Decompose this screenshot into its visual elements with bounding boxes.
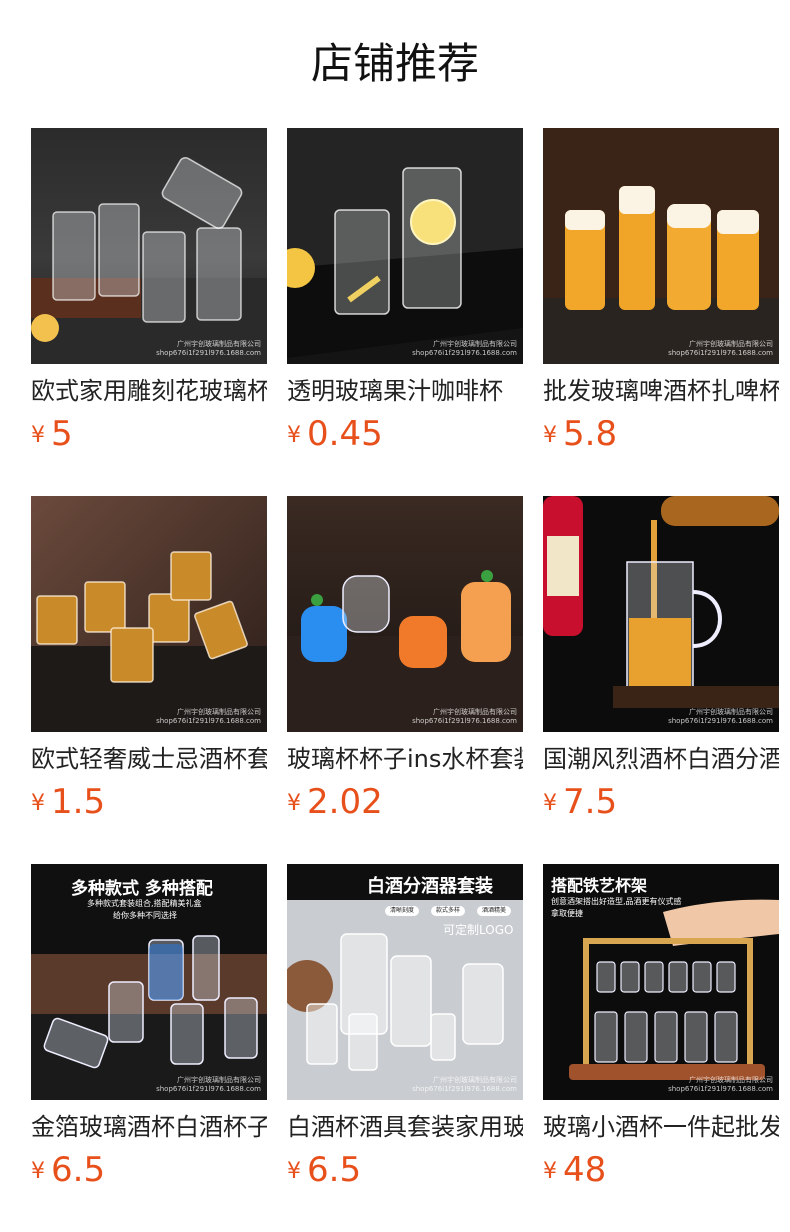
banner-subtitle: 拿取便捷 [551,909,583,918]
watermark: 广州宇创玻璃制品有限公司 shop676i1f291l976.1688.com [156,340,261,357]
watermark: 广州宇创玻璃制品有限公司 shop676i1f291l976.1688.com [156,1076,261,1093]
product-name[interactable]: 玻璃杯杯子ins水杯套装 [287,742,523,776]
banner-subtitle: 创意酒架搭出好造型,品酒更有仪式感 [551,897,682,906]
product-card[interactable]: 多种款式 多种搭配 多种款式套装组合,搭配精美礼盒 给你多种不同选择 广州宇创玻… [31,864,267,1194]
price-value: 0.45 [307,414,383,454]
product-name[interactable]: 欧式家用雕刻花玻璃杯 [31,374,267,408]
currency-symbol: ¥ [543,423,557,448]
watermark: 广州宇创玻璃制品有限公司 shop676i1f291l976.1688.com [668,340,773,357]
product-price: ¥2.02 [287,782,383,826]
feature-pill: 清晰刻度 [385,906,420,916]
product-price: ¥1.5 [31,782,105,826]
watermark: 广州宇创玻璃制品有限公司 shop676i1f291l976.1688.com [412,340,517,357]
product-image[interactable]: 广州宇创玻璃制品有限公司 shop676i1f291l976.1688.com [287,128,523,364]
product-card[interactable]: 白酒分酒器套装 清晰刻度 款式多样 酒酒精美 可定制LOGO 广州宇创玻璃制品有… [287,864,523,1194]
product-price: ¥5 [31,414,73,458]
product-image[interactable]: 广州宇创玻璃制品有限公司 shop676i1f291l976.1688.com [31,496,267,732]
banner-subtitle: 可定制LOGO [443,923,514,937]
product-name[interactable]: 白酒杯酒具套装家用玻璃 [287,1110,523,1144]
feature-pill: 款式多样 [431,906,466,916]
price-value: 6.5 [307,1150,362,1190]
banner-subtitle: 给你多种不同选择 [113,911,177,920]
product-image[interactable]: 广州宇创玻璃制品有限公司 shop676i1f291l976.1688.com [543,496,779,732]
currency-symbol: ¥ [287,423,301,448]
watermark: 广州宇创玻璃制品有限公司 shop676i1f291l976.1688.com [668,708,773,725]
product-card[interactable]: 广州宇创玻璃制品有限公司 shop676i1f291l976.1688.com … [543,128,779,458]
banner-subtitle: 多种款式套装组合,搭配精美礼盒 [87,899,202,908]
product-card[interactable]: 广州宇创玻璃制品有限公司 shop676i1f291l976.1688.com … [287,128,523,458]
feature-pill: 酒酒精美 [477,906,512,916]
watermark: 广州宇创玻璃制品有限公司 shop676i1f291l976.1688.com [668,1076,773,1093]
price-value: 5 [51,414,73,454]
currency-symbol: ¥ [31,791,45,816]
product-card[interactable]: 搭配铁艺杯架 创意酒架搭出好造型,品酒更有仪式感 拿取便捷 广州宇创玻璃制品有限… [543,864,779,1194]
product-name[interactable]: 国潮风烈酒杯白酒分酒器 [543,742,779,776]
product-name[interactable]: 玻璃小酒杯一件起批发 [543,1110,779,1144]
product-name[interactable]: 金箔玻璃酒杯白酒杯子 [31,1110,267,1144]
product-image[interactable]: 搭配铁艺杯架 创意酒架搭出好造型,品酒更有仪式感 拿取便捷 广州宇创玻璃制品有限… [543,864,779,1100]
product-image[interactable]: 广州宇创玻璃制品有限公司 shop676i1f291l976.1688.com [31,128,267,364]
currency-symbol: ¥ [31,1159,45,1184]
price-value: 5.8 [563,414,618,454]
product-price: ¥6.5 [31,1150,105,1194]
product-price: ¥0.45 [287,414,383,458]
banner-title: 多种款式 多种搭配 [71,879,213,899]
product-price: ¥5.8 [543,414,617,458]
product-name[interactable]: 透明玻璃果汁咖啡杯 [287,374,523,408]
currency-symbol: ¥ [543,791,557,816]
product-name[interactable]: 欧式轻奢威士忌酒杯套装 [31,742,267,776]
product-price: ¥6.5 [287,1150,361,1194]
price-value: 7.5 [563,782,618,822]
product-name[interactable]: 批发玻璃啤酒杯扎啤杯 [543,374,779,408]
price-value: 6.5 [51,1150,106,1190]
banner-title: 搭配铁艺杯架 [551,876,648,895]
section-title: 店铺推荐 [310,39,479,88]
watermark: 广州宇创玻璃制品有限公司 shop676i1f291l976.1688.com [412,708,517,725]
watermark: 广州宇创玻璃制品有限公司 shop676i1f291l976.1688.com [412,1076,517,1093]
product-card[interactable]: 广州宇创玻璃制品有限公司 shop676i1f291l976.1688.com … [31,128,267,458]
price-value: 48 [563,1150,607,1190]
product-price: ¥48 [543,1150,606,1194]
currency-symbol: ¥ [287,791,301,816]
product-image[interactable]: 白酒分酒器套装 清晰刻度 款式多样 酒酒精美 可定制LOGO 广州宇创玻璃制品有… [287,864,523,1100]
product-image[interactable]: 广州宇创玻璃制品有限公司 shop676i1f291l976.1688.com [287,496,523,732]
currency-symbol: ¥ [543,1159,557,1184]
currency-symbol: ¥ [31,423,45,448]
price-value: 2.02 [307,782,383,822]
currency-symbol: ¥ [287,1159,301,1184]
product-card[interactable]: 广州宇创玻璃制品有限公司 shop676i1f291l976.1688.com … [31,496,267,826]
product-card[interactable]: 广州宇创玻璃制品有限公司 shop676i1f291l976.1688.com … [287,496,523,826]
watermark: 广州宇创玻璃制品有限公司 shop676i1f291l976.1688.com [156,708,261,725]
banner-title: 白酒分酒器套装 [367,876,493,897]
product-price: ¥7.5 [543,782,617,826]
product-image[interactable]: 多种款式 多种搭配 多种款式套装组合,搭配精美礼盒 给你多种不同选择 广州宇创玻… [31,864,267,1100]
price-value: 1.5 [51,782,106,822]
product-card[interactable]: 广州宇创玻璃制品有限公司 shop676i1f291l976.1688.com … [543,496,779,826]
product-image[interactable]: 广州宇创玻璃制品有限公司 shop676i1f291l976.1688.com [543,128,779,364]
